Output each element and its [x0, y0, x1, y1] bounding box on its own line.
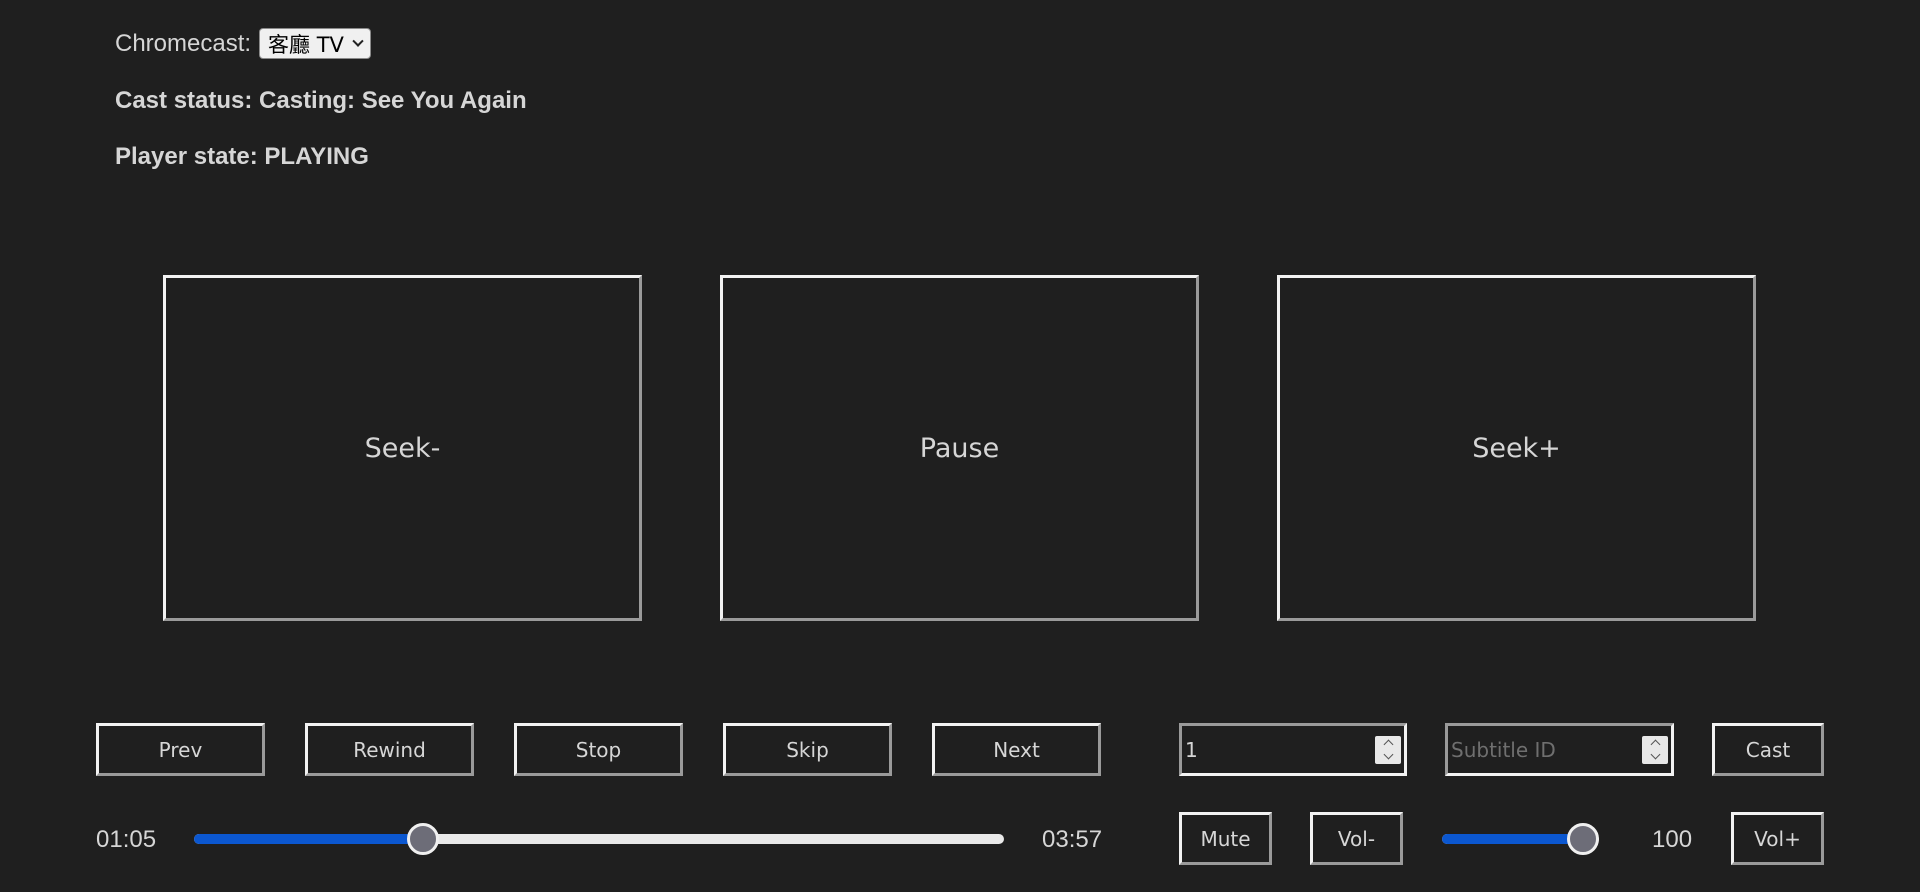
- subtitle-id-input[interactable]: Subtitle ID: [1445, 723, 1674, 776]
- chevron-down-icon: [352, 35, 364, 47]
- next-button[interactable]: Next: [932, 723, 1101, 776]
- track-number-input[interactable]: 1: [1179, 723, 1407, 776]
- chevron-up-icon: [1650, 739, 1660, 750]
- seek-forward-button[interactable]: Seek+: [1277, 275, 1756, 621]
- volume-value: 100: [1652, 826, 1693, 853]
- seek-back-button[interactable]: Seek-: [163, 275, 642, 621]
- chromecast-label: Chromecast:: [115, 29, 252, 57]
- spinner-icon[interactable]: [1375, 735, 1401, 764]
- cast-button[interactable]: Cast: [1712, 723, 1824, 776]
- track-number-value: 1: [1185, 737, 1198, 762]
- progress-slider[interactable]: [194, 823, 1004, 855]
- mute-button[interactable]: Mute: [1179, 812, 1272, 865]
- stop-button[interactable]: Stop: [514, 723, 683, 776]
- volume-up-button[interactable]: Vol+: [1731, 812, 1824, 865]
- rewind-button[interactable]: Rewind: [305, 723, 474, 776]
- skip-button[interactable]: Skip: [723, 723, 892, 776]
- pause-button[interactable]: Pause: [720, 275, 1199, 621]
- chevron-down-icon: [1650, 749, 1660, 760]
- chevron-down-icon: [1383, 749, 1393, 760]
- subtitle-id-placeholder: Subtitle ID: [1451, 737, 1556, 762]
- chevron-up-icon: [1383, 739, 1393, 750]
- volume-slider[interactable]: [1442, 823, 1599, 855]
- chromecast-device-value: 客廳 TV: [268, 32, 344, 57]
- prev-button[interactable]: Prev: [96, 723, 265, 776]
- chromecast-device-select[interactable]: 客廳 TV: [259, 28, 371, 59]
- spinner-icon[interactable]: [1642, 735, 1668, 764]
- chromecast-row: Chromecast: 客廳 TV: [115, 28, 371, 59]
- total-time: 03:57: [1042, 826, 1103, 853]
- progress-thumb[interactable]: [407, 823, 440, 855]
- current-time: 01:05: [96, 826, 157, 853]
- cast-status: Cast status: Casting: See You Again: [115, 87, 527, 114]
- volume-down-button[interactable]: Vol-: [1310, 812, 1403, 865]
- player-state: Player state: PLAYING: [115, 143, 369, 170]
- volume-fill: [1442, 834, 1583, 844]
- volume-thumb[interactable]: [1567, 823, 1599, 855]
- progress-fill: [194, 834, 424, 844]
